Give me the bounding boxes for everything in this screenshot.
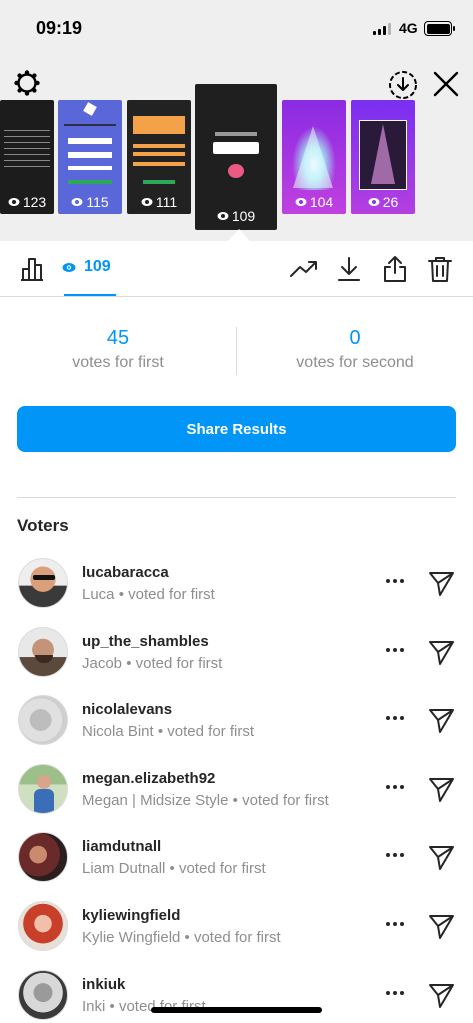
avatar[interactable] xyxy=(18,695,68,745)
settings-gear-icon[interactable] xyxy=(12,68,42,98)
story-thumbnail[interactable]: 115 xyxy=(58,100,122,214)
insights-toolbar: 109 xyxy=(0,241,473,297)
avatar[interactable] xyxy=(18,970,68,1020)
first-vote-label: votes for first xyxy=(72,354,164,371)
status-bar: 09:19 4G xyxy=(0,0,473,58)
second-vote-label: votes for second xyxy=(296,354,414,371)
share-icon[interactable] xyxy=(379,253,411,285)
download-icon[interactable] xyxy=(333,253,365,285)
divider xyxy=(17,497,456,498)
voter-username[interactable]: kyliewingfield xyxy=(82,907,180,924)
story-thumbnail[interactable]: 104 xyxy=(282,100,346,214)
avatar[interactable] xyxy=(18,901,68,951)
viewers-count: 109 xyxy=(84,258,111,275)
eye-icon xyxy=(62,262,76,272)
voter-subtitle: Luca • voted for first xyxy=(82,586,215,603)
status-time: 09:19 xyxy=(36,18,83,38)
voter-subtitle: Megan | Midsize Style • voted for first xyxy=(82,792,329,809)
send-icon[interactable] xyxy=(426,911,456,941)
battery-icon xyxy=(424,21,455,36)
voter-subtitle: Kylie Wingfield • voted for first xyxy=(82,929,281,946)
second-vote-count: 0 xyxy=(349,327,361,349)
voter-row[interactable]: liamdutnall Liam Dutnall • voted for fir… xyxy=(0,827,473,895)
share-results-button[interactable]: Share Results xyxy=(17,406,456,452)
voter-row[interactable]: lucabaracca Luca • voted for first xyxy=(0,553,473,621)
voter-row[interactable]: nicolalevans Nicola Bint • voted for fir… xyxy=(0,690,473,758)
first-vote-count: 45 xyxy=(106,327,130,349)
signal-icon xyxy=(373,23,391,35)
download-circle-icon[interactable] xyxy=(386,68,420,102)
voter-username[interactable]: nicolalevans xyxy=(82,701,172,718)
voter-username[interactable]: liamdutnall xyxy=(82,838,161,855)
more-options-icon[interactable] xyxy=(382,640,408,660)
more-options-icon[interactable] xyxy=(382,571,408,591)
send-icon[interactable] xyxy=(426,705,456,735)
voter-subtitle: Nicola Bint • voted for first xyxy=(82,723,254,740)
story-views: 26 xyxy=(382,194,399,210)
story-views: 111 xyxy=(155,194,178,210)
close-icon[interactable] xyxy=(430,68,462,100)
story-thumbnail[interactable]: 111 xyxy=(127,100,191,214)
voter-row[interactable]: kyliewingfield Kylie Wingfield • voted f… xyxy=(0,896,473,964)
send-icon[interactable] xyxy=(426,568,456,598)
bar-chart-icon[interactable] xyxy=(16,253,48,285)
send-icon[interactable] xyxy=(426,637,456,667)
voters-heading: Voters xyxy=(17,516,69,535)
story-views: 115 xyxy=(86,194,109,210)
more-options-icon[interactable] xyxy=(382,777,408,797)
avatar[interactable] xyxy=(18,627,68,677)
avatar[interactable] xyxy=(18,832,68,882)
trending-icon[interactable] xyxy=(288,253,320,285)
voter-row[interactable]: inkiuk Inki • voted for first xyxy=(0,965,473,1023)
voter-row[interactable]: megan.elizabeth92 Megan | Midsize Style … xyxy=(0,759,473,827)
story-thumbnails: 123 115 111 109 104 26 xyxy=(0,84,473,240)
story-strip: 123 115 111 109 104 26 xyxy=(0,58,473,241)
story-thumbnail[interactable]: 26 xyxy=(351,100,415,214)
more-options-icon[interactable] xyxy=(382,983,408,1003)
first-option-result: 45 votes for first xyxy=(0,327,236,372)
voter-username[interactable]: megan.elizabeth92 xyxy=(82,770,215,787)
voter-subtitle: Liam Dutnall • voted for first xyxy=(82,860,266,877)
trash-icon[interactable] xyxy=(424,253,456,285)
more-options-icon[interactable] xyxy=(382,708,408,728)
story-thumbnail-selected[interactable]: 109 xyxy=(195,84,277,230)
voter-username[interactable]: up_the_shambles xyxy=(82,633,209,650)
tab-underline xyxy=(64,294,116,296)
voter-row[interactable]: up_the_shambles Jacob • voted for first xyxy=(0,622,473,690)
network-label: 4G xyxy=(399,20,418,36)
story-views: 123 xyxy=(22,194,47,210)
story-views: 104 xyxy=(309,194,334,210)
more-options-icon[interactable] xyxy=(382,845,408,865)
second-option-result: 0 votes for second xyxy=(237,327,473,372)
send-icon[interactable] xyxy=(426,980,456,1010)
avatar[interactable] xyxy=(18,764,68,814)
avatar[interactable] xyxy=(18,558,68,608)
selection-pointer xyxy=(228,229,250,241)
send-icon[interactable] xyxy=(426,842,456,872)
more-options-icon[interactable] xyxy=(382,914,408,934)
home-indicator[interactable] xyxy=(151,1007,322,1013)
story-thumbnail[interactable]: 123 xyxy=(0,100,54,214)
voter-username[interactable]: inkiuk xyxy=(82,976,125,993)
story-views: 109 xyxy=(231,208,256,224)
voter-username[interactable]: lucabaracca xyxy=(82,564,169,581)
poll-results: 45 votes for first 0 votes for second xyxy=(0,297,473,397)
viewers-tab[interactable]: 109 xyxy=(62,258,111,276)
voter-subtitle: Jacob • voted for first xyxy=(82,655,223,672)
send-icon[interactable] xyxy=(426,774,456,804)
